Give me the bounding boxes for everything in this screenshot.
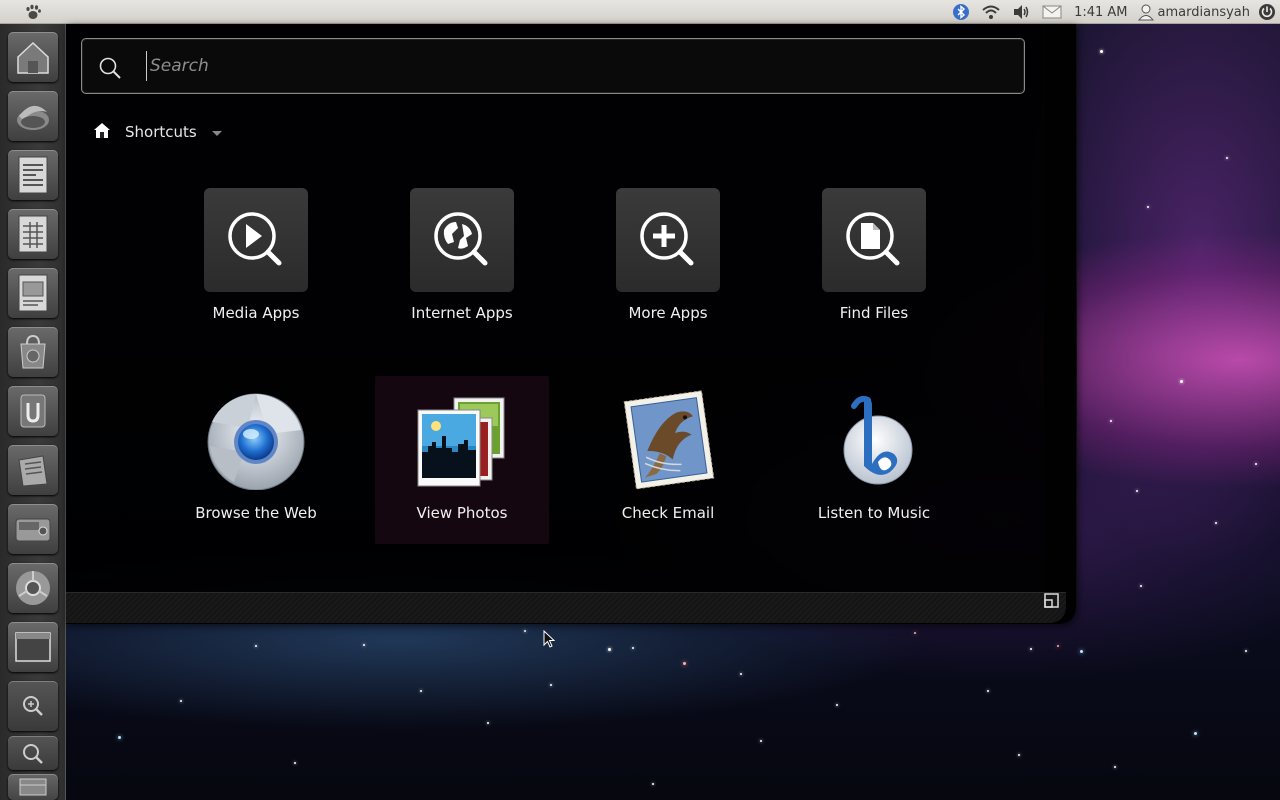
- ubuntu-one-icon[interactable]: [8, 386, 58, 436]
- indicator-area: 1:41 AM amardiansyah: [946, 0, 1280, 24]
- find-files-icon: [822, 188, 926, 292]
- resize-icon[interactable]: [1043, 592, 1061, 610]
- shortcut-label: Internet Apps: [411, 304, 513, 322]
- files-lens-icon[interactable]: [8, 736, 58, 770]
- software-center-icon[interactable]: [8, 327, 58, 377]
- volume-icon[interactable]: [1006, 0, 1036, 24]
- chrome-icon: [204, 388, 308, 492]
- impress-icon[interactable]: [8, 268, 58, 318]
- shortcuts-label: Shortcuts: [125, 123, 197, 141]
- workspaces-icon[interactable]: [8, 622, 58, 672]
- applications-lens-icon[interactable]: [8, 681, 58, 731]
- dash-bottom-border: [66, 592, 1066, 623]
- power-icon[interactable]: [1256, 0, 1280, 24]
- shortcut-internet-apps[interactable]: Internet Apps: [375, 188, 549, 322]
- scanner-icon[interactable]: [8, 504, 58, 554]
- shortcut-label: Browse the Web: [195, 504, 317, 522]
- mouse-pointer-icon: [543, 629, 556, 652]
- launcher: [0, 24, 66, 800]
- chromium-icon[interactable]: [8, 563, 58, 613]
- top-panel: 1:41 AM amardiansyah: [0, 0, 1280, 24]
- shortcut-label: Media Apps: [212, 304, 300, 322]
- shortcut-check-email[interactable]: Check Email: [581, 388, 755, 522]
- writer-icon[interactable]: [8, 150, 58, 200]
- banshee-icon: [822, 388, 926, 492]
- shortcut-find-files[interactable]: Find Files: [787, 188, 961, 322]
- more-apps-icon: [616, 188, 720, 292]
- bluetooth-icon[interactable]: [946, 0, 976, 24]
- shortcut-view-photos[interactable]: View Photos: [375, 376, 549, 544]
- shortcut-listen-music[interactable]: Listen to Music: [787, 388, 961, 522]
- home-folder-icon[interactable]: [8, 32, 58, 82]
- home-icon: [93, 121, 111, 143]
- shortcut-label: View Photos: [416, 504, 508, 522]
- dash-overlay: [66, 24, 1076, 624]
- trash-icon[interactable]: [8, 774, 58, 800]
- shortcut-label: Find Files: [839, 304, 909, 322]
- mail-icon[interactable]: [1036, 0, 1068, 24]
- search-input[interactable]: [146, 51, 1010, 81]
- shortcut-browse-web[interactable]: Browse the Web: [169, 388, 343, 522]
- shortcut-more-apps[interactable]: More Apps: [581, 188, 755, 322]
- gnome-foot-icon[interactable]: [24, 3, 42, 21]
- clock[interactable]: 1:41 AM: [1068, 5, 1133, 20]
- calc-icon[interactable]: [8, 209, 58, 259]
- shortcut-label: Listen to Music: [817, 504, 931, 522]
- text-editor-icon[interactable]: [8, 445, 58, 495]
- search-icon: [99, 57, 121, 79]
- chevron-down-icon[interactable]: [211, 123, 223, 142]
- shortcut-label: More Apps: [628, 304, 708, 322]
- wifi-icon[interactable]: [976, 0, 1006, 24]
- search-box[interactable]: [81, 38, 1025, 94]
- thunderbird-icon[interactable]: [8, 91, 58, 141]
- shortcut-media-apps[interactable]: Media Apps: [169, 188, 343, 322]
- internet-apps-icon: [410, 188, 514, 292]
- username[interactable]: amardiansyah: [1154, 5, 1256, 20]
- shortcut-label: Check Email: [621, 504, 715, 522]
- user-icon: [1134, 0, 1154, 24]
- media-apps-icon: [204, 188, 308, 292]
- photos-icon: [410, 388, 514, 492]
- shortcuts-section-header[interactable]: Shortcuts: [93, 120, 223, 144]
- mail-stamp-icon: [616, 388, 720, 492]
